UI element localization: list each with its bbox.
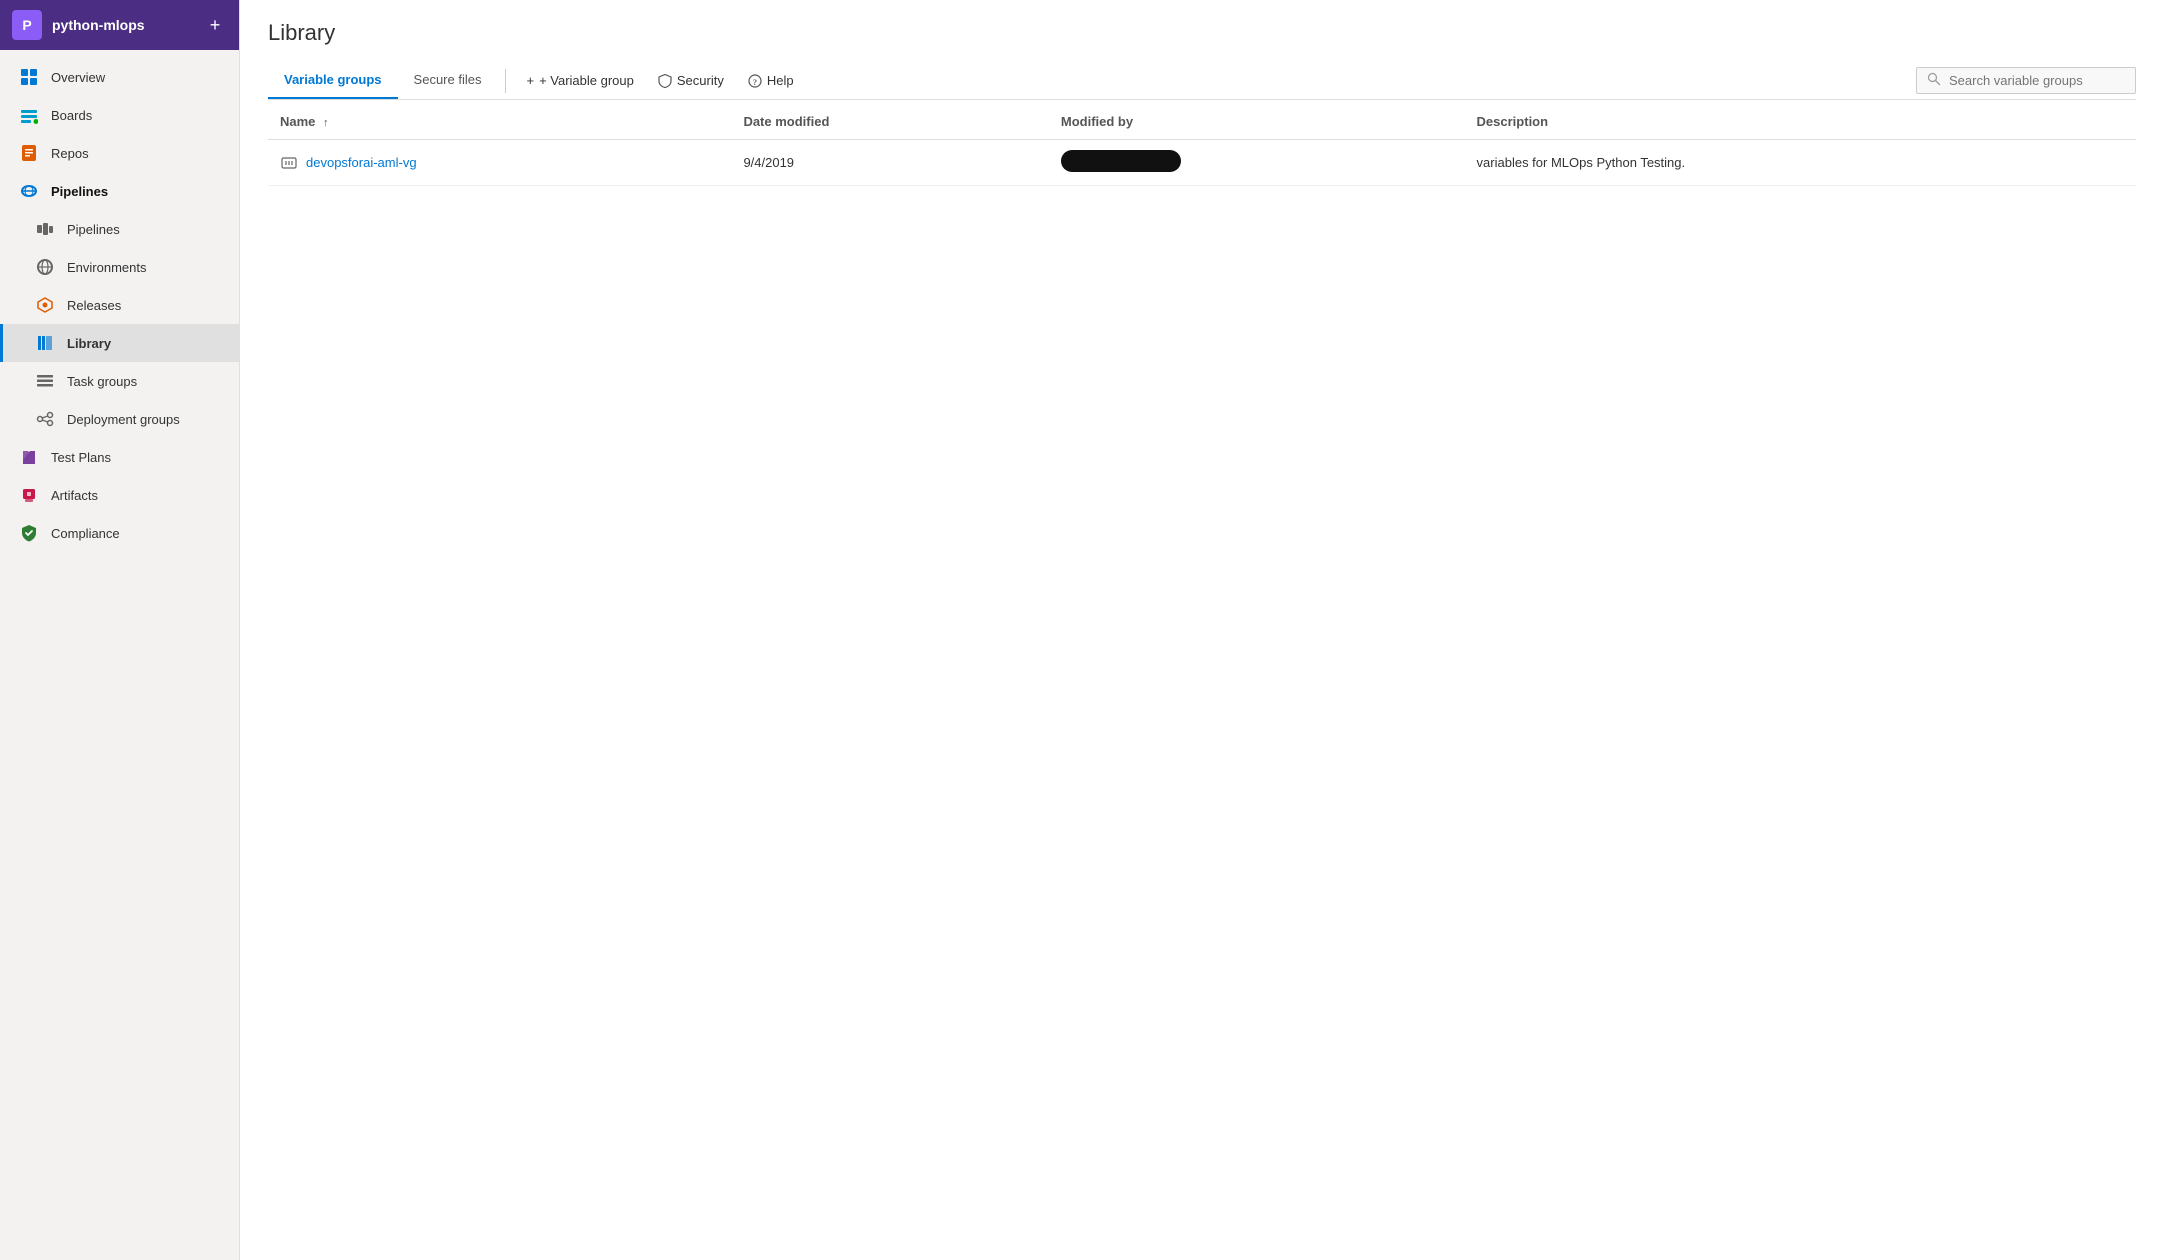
main-content: Library Variable groups Secure files + +… xyxy=(240,0,2164,1260)
security-label: Security xyxy=(677,73,724,88)
testplans-icon xyxy=(19,447,39,467)
sidebar-artifacts-label: Artifacts xyxy=(51,488,98,503)
sidebar-item-pipelines[interactable]: Pipelines xyxy=(0,210,239,248)
sidebar-releases-label: Releases xyxy=(67,298,121,313)
sidebar-taskgroups-label: Task groups xyxy=(67,374,137,389)
sidebar-item-overview[interactable]: Overview xyxy=(0,58,239,96)
sidebar-item-pipelines-header[interactable]: Pipelines xyxy=(0,172,239,210)
sidebar-item-repos[interactable]: Repos xyxy=(0,134,239,172)
svg-text:?: ? xyxy=(753,78,757,87)
sidebar-item-environments[interactable]: Environments xyxy=(0,248,239,286)
tab-variable-groups[interactable]: Variable groups xyxy=(268,62,398,99)
project-name: python-mlops xyxy=(52,17,193,33)
cell-modified-by xyxy=(1049,140,1465,186)
sidebar-item-artifacts[interactable]: Artifacts xyxy=(0,476,239,514)
deploymentgroups-icon xyxy=(35,409,55,429)
tabs-divider xyxy=(505,69,506,93)
sidebar-item-releases[interactable]: Releases xyxy=(0,286,239,324)
col-modified-by: Modified by xyxy=(1049,104,1465,140)
sidebar-item-taskgroups[interactable]: Task groups xyxy=(0,362,239,400)
sidebar-deploymentgroups-label: Deployment groups xyxy=(67,412,180,427)
sidebar-overview-label: Overview xyxy=(51,70,105,85)
cell-description: variables for MLOps Python Testing. xyxy=(1465,140,2136,186)
library-icon xyxy=(35,333,55,353)
sidebar-nav: Overview Boards xyxy=(0,50,239,560)
security-shield-icon xyxy=(658,73,672,89)
pipelines-header-icon xyxy=(19,181,39,201)
sidebar-item-boards[interactable]: Boards xyxy=(0,96,239,134)
sidebar-boards-label: Boards xyxy=(51,108,92,123)
releases-icon xyxy=(35,295,55,315)
sidebar-compliance-label: Compliance xyxy=(51,526,120,541)
sidebar: P python-mlops + Overview xyxy=(0,0,240,1260)
add-variable-group-plus-icon: + xyxy=(526,73,534,88)
overview-icon xyxy=(19,67,39,87)
environments-icon xyxy=(35,257,55,277)
variable-group-name-link[interactable]: devopsforai-aml-vg xyxy=(306,155,417,170)
sidebar-item-deploymentgroups[interactable]: Deployment groups xyxy=(0,400,239,438)
col-name: Name ↑ xyxy=(268,104,731,140)
taskgroups-icon xyxy=(35,371,55,391)
security-button[interactable]: Security xyxy=(646,67,736,95)
sidebar-pipelines-sub-label: Pipelines xyxy=(67,222,120,237)
table-row: devopsforai-aml-vg 9/4/2019 variables fo… xyxy=(268,140,2136,186)
variable-groups-table: Name ↑ Date modified Modified by Descrip… xyxy=(268,104,2136,186)
search-box xyxy=(1916,67,2136,94)
sidebar-item-testplans[interactable]: Test Plans xyxy=(0,438,239,476)
search-icon xyxy=(1927,72,1941,89)
sidebar-header: P python-mlops + xyxy=(0,0,239,50)
pipelines-sub-icon xyxy=(35,219,55,239)
col-date-modified: Date modified xyxy=(731,104,1048,140)
table-header-row: Name ↑ Date modified Modified by Descrip… xyxy=(268,104,2136,140)
page-header: Library Variable groups Secure files + +… xyxy=(240,0,2164,100)
sidebar-testplans-label: Test Plans xyxy=(51,450,111,465)
sidebar-environments-label: Environments xyxy=(67,260,146,275)
repos-icon xyxy=(19,143,39,163)
sort-asc-icon: ↑ xyxy=(323,117,329,129)
add-variable-group-button[interactable]: + + Variable group xyxy=(514,67,645,94)
cell-name: devopsforai-aml-vg xyxy=(268,140,731,186)
page-title: Library xyxy=(268,20,2136,46)
compliance-icon xyxy=(19,523,39,543)
sidebar-library-label: Library xyxy=(67,336,111,351)
variable-group-icon xyxy=(280,154,298,172)
add-variable-group-label: + Variable group xyxy=(539,73,634,88)
add-project-button[interactable]: + xyxy=(203,13,227,37)
col-description: Description xyxy=(1465,104,2136,140)
help-label: Help xyxy=(767,73,794,88)
search-input[interactable] xyxy=(1949,73,2125,88)
help-circle-icon: ? xyxy=(748,73,762,89)
cell-date-modified: 9/4/2019 xyxy=(731,140,1048,186)
tab-secure-files[interactable]: Secure files xyxy=(398,62,498,99)
table-container: Name ↑ Date modified Modified by Descrip… xyxy=(240,100,2164,1260)
modified-by-redacted xyxy=(1061,150,1181,172)
help-button[interactable]: ? Help xyxy=(736,67,806,95)
sidebar-item-library[interactable]: Library xyxy=(0,324,239,362)
sidebar-pipelines-header-label: Pipelines xyxy=(51,184,108,199)
sidebar-item-compliance[interactable]: Compliance xyxy=(0,514,239,552)
sidebar-repos-label: Repos xyxy=(51,146,89,161)
tabs-bar: Variable groups Secure files + + Variabl… xyxy=(268,62,2136,100)
boards-icon xyxy=(19,105,39,125)
artifacts-icon xyxy=(19,485,39,505)
project-avatar: P xyxy=(12,10,42,40)
